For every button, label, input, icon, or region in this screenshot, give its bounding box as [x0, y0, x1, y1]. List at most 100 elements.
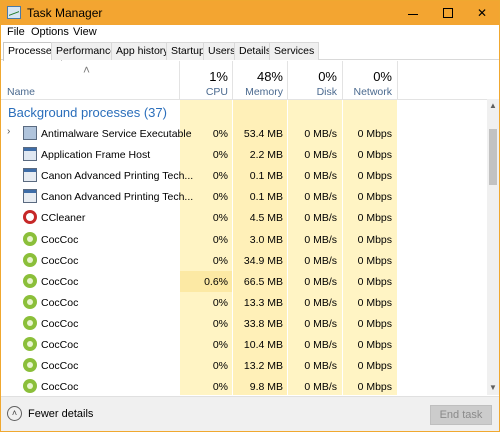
process-disk: 0 MB/s	[304, 212, 337, 225]
network-total[interactable]: 0%	[344, 69, 392, 84]
menu-view[interactable]: View	[73, 26, 97, 38]
process-memory: 2.2 MB	[249, 149, 283, 162]
process-list[interactable]: Background processes (37) › Antimalware S…	[1, 99, 487, 395]
process-disk: 0 MB/s	[304, 275, 337, 288]
process-row[interactable]: CocCoc 0% 3.0 MB 0 MB/s 0 Mbps	[1, 229, 487, 250]
menu-bar: File Options View	[1, 25, 499, 42]
close-button[interactable]: ✕	[465, 1, 499, 25]
column-divider[interactable]	[287, 61, 288, 99]
process-name: Canon Advanced Printing Tech...	[41, 170, 194, 183]
app-frame-icon	[23, 147, 37, 162]
process-name: CocCoc	[41, 317, 79, 330]
process-cpu: 0%	[212, 296, 228, 309]
column-divider[interactable]	[342, 61, 343, 99]
process-disk: 0 MB/s	[304, 339, 337, 351]
process-row[interactable]: › Antimalware Service Executable 0% 53.4 MB…	[1, 123, 487, 144]
process-row[interactable]: CocCoc 0.6% 66.5 MB 0 MB/s 0 Mbps	[1, 270, 487, 292]
coccoc-icon	[23, 252, 37, 267]
menu-options[interactable]: Options	[31, 26, 69, 38]
process-name: CocCoc	[41, 254, 79, 267]
process-disk: 0 MB/s	[304, 381, 337, 394]
process-cpu: 0%	[212, 212, 228, 225]
memory-total[interactable]: 48%	[234, 69, 283, 84]
column-divider[interactable]	[397, 61, 398, 99]
process-name: CCleaner	[41, 212, 86, 225]
coccoc-icon	[23, 337, 37, 351]
process-network: 0 Mbps	[357, 381, 392, 394]
process-network: 0 Mbps	[357, 128, 392, 140]
process-row[interactable]: Canon Advanced Printing Tech... 0% 0.1 MB 0…	[1, 186, 487, 207]
fewer-details-link[interactable]: Fewer details	[28, 408, 93, 420]
column-divider[interactable]	[179, 61, 180, 99]
process-disk: 0 MB/s	[304, 317, 337, 330]
process-memory: 53.4 MB	[243, 128, 283, 140]
minimize-icon	[408, 13, 418, 15]
footer-bar: ˄ Fewer details End task	[1, 396, 499, 431]
process-disk: 0 MB/s	[304, 149, 337, 162]
process-memory: 66.5 MB	[243, 275, 283, 288]
process-name: CocCoc	[41, 381, 79, 394]
process-row[interactable]: CocCoc 0% 34.9 MB 0 MB/s 0 Mbps	[1, 250, 487, 271]
tab-services[interactable]: Services	[269, 42, 320, 60]
cpu-total[interactable]: 1%	[181, 69, 228, 84]
task-manager-icon	[7, 6, 21, 19]
process-row[interactable]: CocCoc 0% 33.8 MB 0 MB/s 0 Mbps	[1, 313, 487, 334]
process-network: 0 Mbps	[357, 170, 392, 183]
maximize-icon	[443, 8, 453, 18]
memory-column-header[interactable]: Memory	[234, 86, 283, 98]
process-name: Canon Advanced Printing Tech...	[41, 191, 194, 204]
menu-file[interactable]: File	[7, 26, 25, 38]
column-divider[interactable]	[232, 61, 233, 99]
process-network: 0 Mbps	[357, 233, 392, 246]
process-network: 0 Mbps	[357, 317, 392, 330]
process-disk: 0 MB/s	[304, 254, 337, 267]
vertical-scrollbar[interactable]: ▲ ▼	[487, 99, 499, 395]
tab-strip: Processes Performance App history Startu…	[1, 42, 499, 61]
chevron-up-icon[interactable]: ˄	[7, 406, 22, 421]
process-cpu: 0%	[212, 191, 228, 204]
canon-icon	[23, 189, 37, 204]
window-title: Task Manager	[27, 6, 103, 20]
expand-chevron-icon[interactable]: ›	[7, 126, 10, 137]
process-row[interactable]: CocCoc 0% 13.3 MB 0 MB/s 0 Mbps	[1, 292, 487, 313]
sort-caret-icon: ˄	[83, 63, 91, 77]
coccoc-icon	[23, 358, 37, 373]
process-cpu: 0%	[212, 128, 228, 140]
canon-icon	[23, 168, 37, 183]
process-row[interactable]: Canon Advanced Printing Tech... 0% 0.1 MB 0…	[1, 165, 487, 186]
process-row[interactable]: CocCoc 0% 13.2 MB 0 MB/s 0 Mbps	[1, 355, 487, 376]
end-task-button[interactable]: End task	[430, 405, 492, 425]
process-network: 0 Mbps	[357, 360, 392, 373]
column-name-header[interactable]: Name	[7, 86, 35, 98]
title-bar[interactable]: Task Manager ✕	[1, 1, 499, 25]
maximize-button[interactable]	[431, 1, 465, 25]
process-row[interactable]: CCleaner 0% 4.5 MB 0 MB/s 0 Mbps	[1, 207, 487, 228]
process-memory: 4.5 MB	[249, 212, 283, 225]
process-row[interactable]: CocCoc 0% 10.4 MB 0 MB/s 0 Mbps	[1, 334, 487, 355]
cpu-column-header[interactable]: CPU	[181, 86, 228, 98]
process-memory: 34.9 MB	[243, 254, 283, 267]
column-header: ˄ Name 1% CPU 48% Memory 0% Disk 0% Netw…	[1, 61, 499, 99]
task-manager-window: Task Manager ✕ File Options View Process…	[0, 0, 500, 432]
disk-column-header[interactable]: Disk	[289, 86, 337, 98]
tab-app-history[interactable]: App history	[111, 42, 174, 60]
coccoc-icon	[23, 231, 37, 246]
process-name: CocCoc	[41, 275, 79, 288]
disk-total[interactable]: 0%	[289, 69, 337, 84]
group-title-background-processes[interactable]: Background processes (37)	[8, 105, 167, 120]
process-cpu: 0%	[212, 170, 228, 183]
process-disk: 0 MB/s	[304, 296, 337, 309]
scroll-down-icon[interactable]: ▼	[487, 381, 499, 395]
scroll-up-icon[interactable]: ▲	[487, 99, 499, 113]
process-memory: 9.8 MB	[249, 381, 283, 394]
process-memory: 0.1 MB	[249, 170, 283, 183]
process-row[interactable]: Application Frame Host 0% 2.2 MB 0 MB/s 0 Mb…	[1, 144, 487, 165]
shield-icon	[23, 126, 37, 140]
process-network: 0 Mbps	[357, 296, 392, 309]
scroll-thumb[interactable]	[489, 129, 497, 185]
coccoc-icon	[23, 315, 37, 330]
coccoc-icon	[23, 379, 37, 394]
minimize-button[interactable]	[396, 1, 430, 25]
process-row[interactable]: CocCoc 0% 9.8 MB 0 MB/s 0 Mbps	[1, 376, 487, 395]
network-column-header[interactable]: Network	[344, 86, 392, 98]
